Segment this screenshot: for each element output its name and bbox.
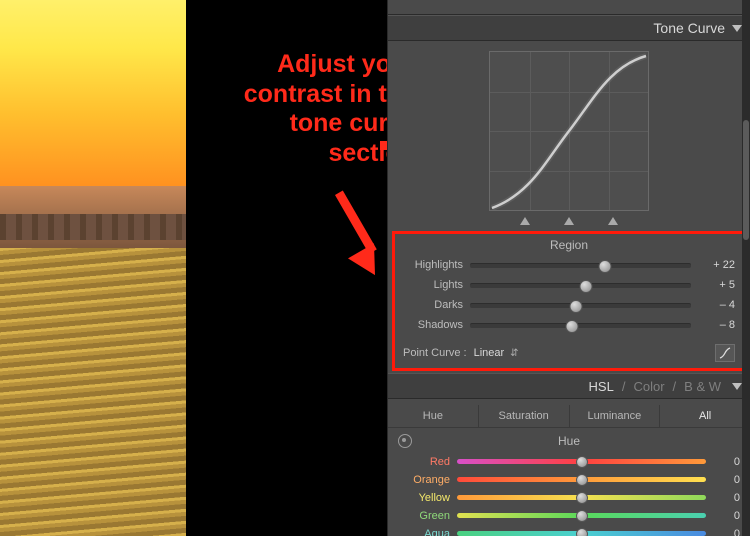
region-label: Region [403, 238, 735, 252]
tone-zone-handles[interactable] [398, 217, 740, 225]
slider-lights[interactable] [470, 283, 691, 288]
hue-value: 0 [706, 474, 740, 486]
hue-label: Yellow [398, 492, 457, 504]
slider-label: Shadows [403, 319, 470, 331]
slider-label: Highlights [403, 259, 470, 271]
point-curve-label: Point Curve : [403, 347, 467, 359]
chevron-updown-icon: ⇵ [510, 348, 518, 359]
collapse-icon [732, 25, 742, 32]
slider-value: – 8 [691, 319, 735, 331]
hsl-panel: Hue Saturation Luminance All Hue Red 0 Ora… [388, 399, 750, 536]
hsl-header[interactable]: HSL / Color / B & W [388, 373, 750, 399]
slider-label: Darks [403, 299, 470, 311]
tab-all[interactable]: All [660, 405, 750, 427]
region-highlight-box: Region Highlights + 22 Lights + 5 Darks – 4 Sh… [392, 231, 746, 371]
slider-darks[interactable] [470, 303, 691, 308]
hsl-tab-color[interactable]: Color [633, 379, 664, 394]
tone-curve-header[interactable]: Tone Curve [388, 15, 750, 41]
point-curve-toggle-button[interactable] [715, 344, 735, 362]
slider-value: + 22 [691, 259, 735, 271]
tone-curve-line [490, 52, 648, 210]
tone-curve-title: Tone Curve [653, 20, 725, 36]
hue-slider-orange[interactable] [457, 477, 706, 482]
hue-label: Green [398, 510, 457, 522]
hue-value: 0 [706, 492, 740, 504]
targeted-adjustment-icon[interactable] [398, 434, 412, 448]
tab-luminance[interactable]: Luminance [570, 405, 661, 427]
prev-panel-strip [388, 0, 750, 15]
tab-saturation[interactable]: Saturation [479, 405, 570, 427]
slider-highlights[interactable] [470, 263, 691, 268]
slider-value: + 5 [691, 279, 735, 291]
develop-panel-column: Tone Curve Region Highlights + 22 Lights + … [387, 0, 750, 536]
hue-slider-green[interactable] [457, 513, 706, 518]
point-curve-select[interactable]: Linear⇵ [474, 347, 519, 359]
tone-curve-graph[interactable] [489, 51, 649, 211]
hue-section-title: Hue [558, 434, 580, 448]
preview-image [0, 0, 186, 536]
hue-slider-aqua[interactable] [457, 531, 706, 536]
hue-value: 0 [706, 528, 740, 536]
hue-label: Red [398, 456, 457, 468]
slider-value: – 4 [691, 299, 735, 311]
hue-label: Aqua [398, 528, 457, 536]
hue-value: 0 [706, 510, 740, 522]
hsl-tab-hsl[interactable]: HSL [589, 379, 614, 394]
hsl-tab-bw[interactable]: B & W [684, 379, 721, 394]
hue-label: Orange [398, 474, 457, 486]
hue-value: 0 [706, 456, 740, 468]
slider-shadows[interactable] [470, 323, 691, 328]
slider-label: Lights [403, 279, 470, 291]
tone-curve-panel: Region Highlights + 22 Lights + 5 Darks – 4 Sh… [388, 41, 750, 373]
panel-scrollbar[interactable] [742, 0, 750, 536]
collapse-icon [732, 383, 742, 390]
hue-slider-yellow[interactable] [457, 495, 706, 500]
annotation-arrow-icon [305, 185, 385, 285]
hue-slider-red[interactable] [457, 459, 706, 464]
tab-hue[interactable]: Hue [388, 405, 479, 427]
